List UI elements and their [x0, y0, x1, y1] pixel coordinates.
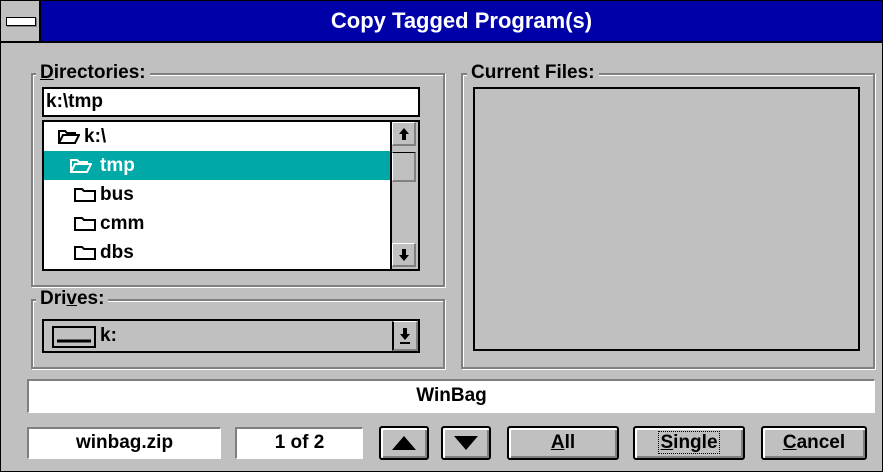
- single-button[interactable]: Single: [633, 426, 745, 460]
- list-item[interactable]: tmp: [44, 151, 394, 180]
- directory-path-field[interactable]: k:\tmp: [42, 87, 420, 117]
- folder-icon: [74, 188, 96, 202]
- scroll-down-button[interactable]: [392, 243, 416, 267]
- current-files-list[interactable]: [473, 87, 860, 351]
- copy-dialog: Copy Tagged Program(s) Directories: k:\t…: [0, 0, 883, 472]
- scroll-up-button[interactable]: [392, 122, 416, 146]
- arrow-up-icon: [398, 128, 409, 140]
- arrow-down-icon: [454, 436, 478, 450]
- filename-field: winbag.zip: [27, 427, 221, 459]
- directories-label: Directories:: [36, 63, 150, 83]
- list-item[interactable]: k:\: [44, 122, 394, 151]
- cancel-button[interactable]: Cancel: [761, 426, 867, 460]
- focus-rect: Single: [658, 431, 720, 454]
- all-button[interactable]: All: [507, 426, 619, 460]
- program-name-field: WinBag: [27, 379, 875, 413]
- list-item[interactable]: cmm: [44, 209, 394, 238]
- arrow-up-icon: [392, 436, 416, 450]
- drive-icon: [52, 326, 96, 348]
- page-counter-field: 1 of 2: [235, 427, 363, 459]
- next-button[interactable]: [441, 426, 491, 460]
- selected-drive: k:: [100, 325, 117, 346]
- dropdown-arrow-icon: [400, 328, 410, 344]
- title-bar: Copy Tagged Program(s): [1, 1, 882, 43]
- dropdown-button[interactable]: [392, 321, 418, 351]
- previous-button[interactable]: [379, 426, 429, 460]
- folder-open-icon: [58, 130, 80, 144]
- drives-label: Drives:: [36, 289, 109, 309]
- system-menu-button[interactable]: [1, 1, 41, 41]
- directory-scrollbar[interactable]: [390, 122, 418, 269]
- folder-open-icon: [70, 159, 92, 173]
- dialog-title: Copy Tagged Program(s): [330, 8, 593, 33]
- folder-icon: [74, 246, 96, 260]
- arrow-down-icon: [398, 249, 409, 261]
- drives-dropdown[interactable]: k:: [42, 319, 420, 353]
- folder-icon: [74, 217, 96, 231]
- list-item[interactable]: dbs: [44, 238, 394, 267]
- scroll-thumb[interactable]: [392, 152, 416, 182]
- directory-list[interactable]: k:\ tmp bus cmm dbs: [42, 120, 420, 271]
- current-files-label: Current Files:: [467, 63, 599, 83]
- list-item[interactable]: bus: [44, 180, 394, 209]
- system-menu-icon: [6, 17, 36, 26]
